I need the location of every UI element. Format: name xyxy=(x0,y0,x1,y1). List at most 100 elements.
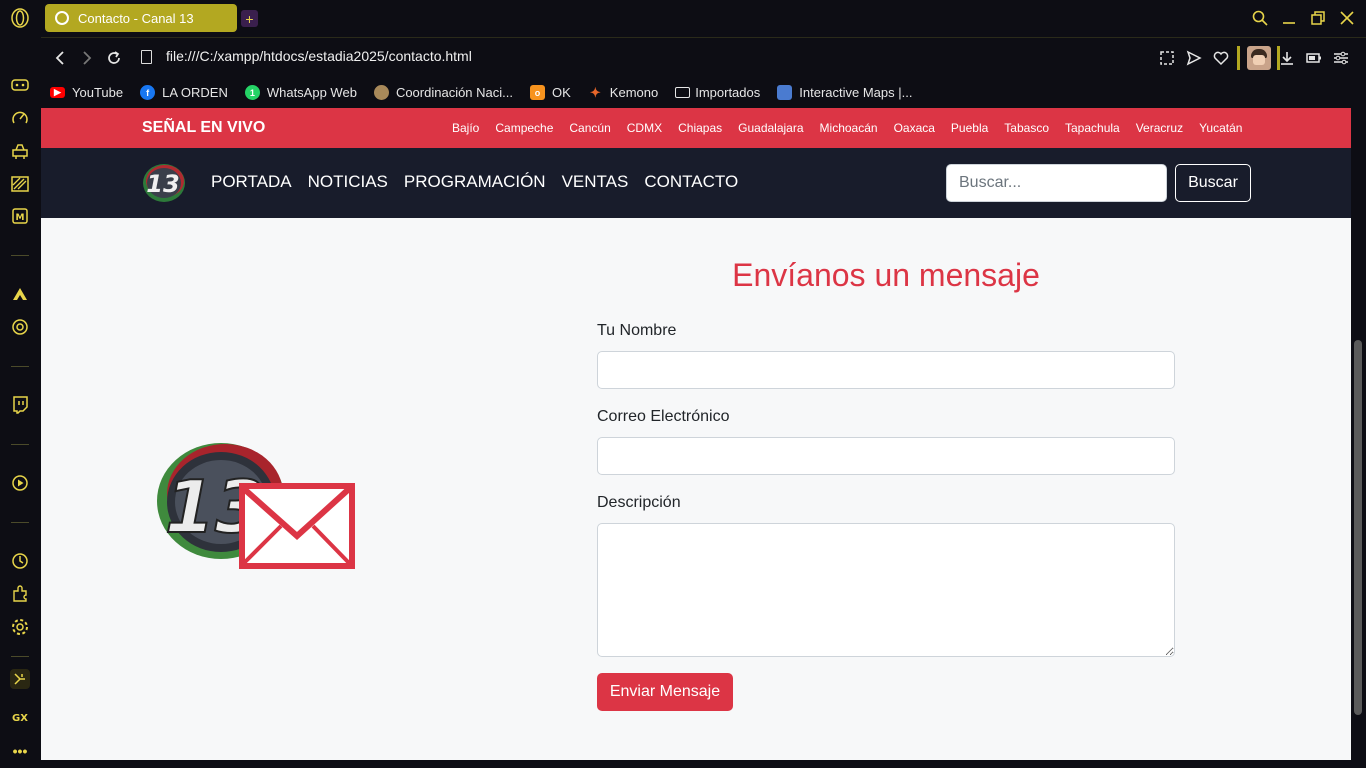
forward-icon[interactable] xyxy=(77,48,97,68)
bookmark-coordinacion[interactable]: Coordinación Naci... xyxy=(373,85,513,100)
description-field[interactable] xyxy=(597,523,1175,657)
name-label: Tu Nombre xyxy=(597,322,677,339)
live-signal-link[interactable]: SEÑAL EN VIVO xyxy=(142,119,265,137)
minimize-icon[interactable] xyxy=(1279,8,1299,28)
city-link-guadalajara[interactable]: Guadalajara xyxy=(738,121,803,135)
ok-icon: o xyxy=(530,85,545,100)
bookmark-ok[interactable]: o OK xyxy=(530,85,571,100)
history-icon[interactable] xyxy=(10,551,30,571)
opera-logo-icon[interactable] xyxy=(10,8,30,28)
scrollbar-thumb[interactable] xyxy=(1354,340,1362,715)
back-icon[interactable] xyxy=(50,48,70,68)
speed-limiter-icon[interactable] xyxy=(10,108,30,128)
gx-control-icon[interactable] xyxy=(10,669,30,689)
menu-portada[interactable]: PORTADA xyxy=(211,172,292,192)
form-title: Envíanos un mensaje xyxy=(732,257,1040,293)
globe-icon xyxy=(55,11,69,25)
youtube-icon: ▶ xyxy=(50,87,65,98)
bookmark-folder-importados[interactable]: Importados xyxy=(675,85,760,100)
menu-noticias[interactable]: NOTICIAS xyxy=(308,172,388,192)
settings-icon[interactable] xyxy=(10,617,30,637)
avatar[interactable] xyxy=(1247,46,1271,70)
page-viewport: SEÑAL EN VIVO Bajío Campeche Cancún CDMX… xyxy=(41,108,1351,760)
city-link-oaxaca[interactable]: Oaxaca xyxy=(894,121,935,135)
player-icon[interactable] xyxy=(10,473,30,493)
folder-icon xyxy=(675,87,691,98)
easy-setup-icon[interactable] xyxy=(1331,48,1351,68)
bookmark-interactive-maps[interactable]: Interactive Maps |... xyxy=(777,85,912,100)
main-menu: PORTADA NOTICIAS PROGRAMACIÓN VENTAS CON… xyxy=(211,172,754,192)
rail-divider xyxy=(11,444,29,445)
toolbar-divider xyxy=(1237,46,1240,70)
city-link-veracruz[interactable]: Veracruz xyxy=(1136,121,1183,135)
city-link-campeche[interactable]: Campeche xyxy=(495,121,553,135)
m-badge-icon[interactable]: M xyxy=(10,206,30,226)
bookmark-label: OK xyxy=(552,85,571,100)
bookmark-label: Coordinación Naci... xyxy=(395,85,513,100)
snapshot-icon[interactable] xyxy=(1157,48,1177,68)
city-link-chiapas[interactable]: Chiapas xyxy=(678,121,722,135)
aria-icon[interactable] xyxy=(10,284,30,304)
search-input[interactable] xyxy=(946,164,1167,202)
new-tab-button[interactable]: + xyxy=(241,10,258,27)
bookmark-label: Importados xyxy=(695,85,761,100)
file-icon xyxy=(141,50,152,64)
send-message-button[interactable]: Enviar Mensaje xyxy=(597,673,733,711)
city-link-puebla[interactable]: Puebla xyxy=(951,121,988,135)
bookmark-kemono[interactable]: ✦ Kemono xyxy=(588,85,659,101)
tab-active[interactable]: Contacto - Canal 13 xyxy=(45,4,237,32)
menu-ventas[interactable]: VENTAS xyxy=(562,172,629,192)
chatgpt-icon[interactable] xyxy=(10,317,30,337)
twitch-icon[interactable] xyxy=(10,395,30,415)
browser-sidebar: M GX ••• xyxy=(0,0,41,768)
bookmark-label: WhatsApp Web xyxy=(266,85,357,100)
download-icon[interactable] xyxy=(1277,48,1297,68)
bookmark-label: Interactive Maps |... xyxy=(799,85,913,100)
bookmark-youtube[interactable]: ▶ YouTube xyxy=(50,85,123,100)
city-link-tabasco[interactable]: Tabasco xyxy=(1004,121,1049,135)
gx-corner-icon[interactable]: GX xyxy=(10,708,30,728)
tab-title: Contacto - Canal 13 xyxy=(78,10,194,26)
address-bar[interactable]: file:///C:/xampp/htdocs/estadia2025/cont… xyxy=(166,48,472,64)
canal13-logo[interactable]: 13 xyxy=(141,161,187,205)
email-label: Correo Electrónico xyxy=(597,408,730,425)
rail-divider xyxy=(11,656,29,657)
city-links: Bajío Campeche Cancún CDMX Chiapas Guada… xyxy=(452,121,1258,135)
more-icon[interactable]: ••• xyxy=(10,741,30,761)
extensions-icon[interactable] xyxy=(10,584,30,604)
controller-icon[interactable] xyxy=(10,75,30,95)
city-link-cancun[interactable]: Cancún xyxy=(569,121,610,135)
city-link-bajio[interactable]: Bajío xyxy=(452,121,479,135)
contact-logo-image: 13 xyxy=(157,443,355,569)
bottom-edge xyxy=(41,760,1366,768)
city-link-cdmx[interactable]: CDMX xyxy=(627,121,662,135)
facebook-icon: f xyxy=(140,85,156,100)
description-label: Descripción xyxy=(597,494,681,511)
reload-icon[interactable] xyxy=(104,48,124,68)
bookmark-label: Kemono xyxy=(609,85,659,100)
bookmark-la-orden[interactable]: f LA ORDEN xyxy=(140,85,228,100)
menu-contacto[interactable]: CONTACTO xyxy=(644,172,738,192)
rail-divider xyxy=(11,522,29,523)
search-button[interactable]: Buscar xyxy=(1175,164,1251,202)
address-toolbar: file:///C:/xampp/htdocs/estadia2025/cont… xyxy=(41,37,1366,77)
city-link-tapachula[interactable]: Tapachula xyxy=(1065,121,1120,135)
striped-panel-icon[interactable] xyxy=(10,174,30,194)
name-field[interactable] xyxy=(597,351,1175,389)
seal-icon xyxy=(373,85,389,100)
menu-programacion[interactable]: PROGRAMACIÓN xyxy=(404,172,546,192)
rail-divider xyxy=(11,255,29,256)
hot-tabs-killer-icon[interactable] xyxy=(10,141,30,161)
email-field[interactable] xyxy=(597,437,1175,475)
maps-icon xyxy=(777,85,793,100)
main-navbar: 13 PORTADA NOTICIAS PROGRAMACIÓN VENTAS … xyxy=(41,148,1351,218)
close-icon[interactable] xyxy=(1337,8,1357,28)
city-link-michoacan[interactable]: Michoacán xyxy=(820,121,878,135)
search-icon[interactable] xyxy=(1250,8,1270,28)
send-icon[interactable] xyxy=(1184,48,1204,68)
bookmark-whatsapp[interactable]: 1 WhatsApp Web xyxy=(244,85,357,100)
heart-icon[interactable] xyxy=(1211,48,1231,68)
city-link-yucatan[interactable]: Yucatán xyxy=(1199,121,1242,135)
restore-icon[interactable] xyxy=(1308,8,1328,28)
battery-icon[interactable] xyxy=(1304,48,1324,68)
